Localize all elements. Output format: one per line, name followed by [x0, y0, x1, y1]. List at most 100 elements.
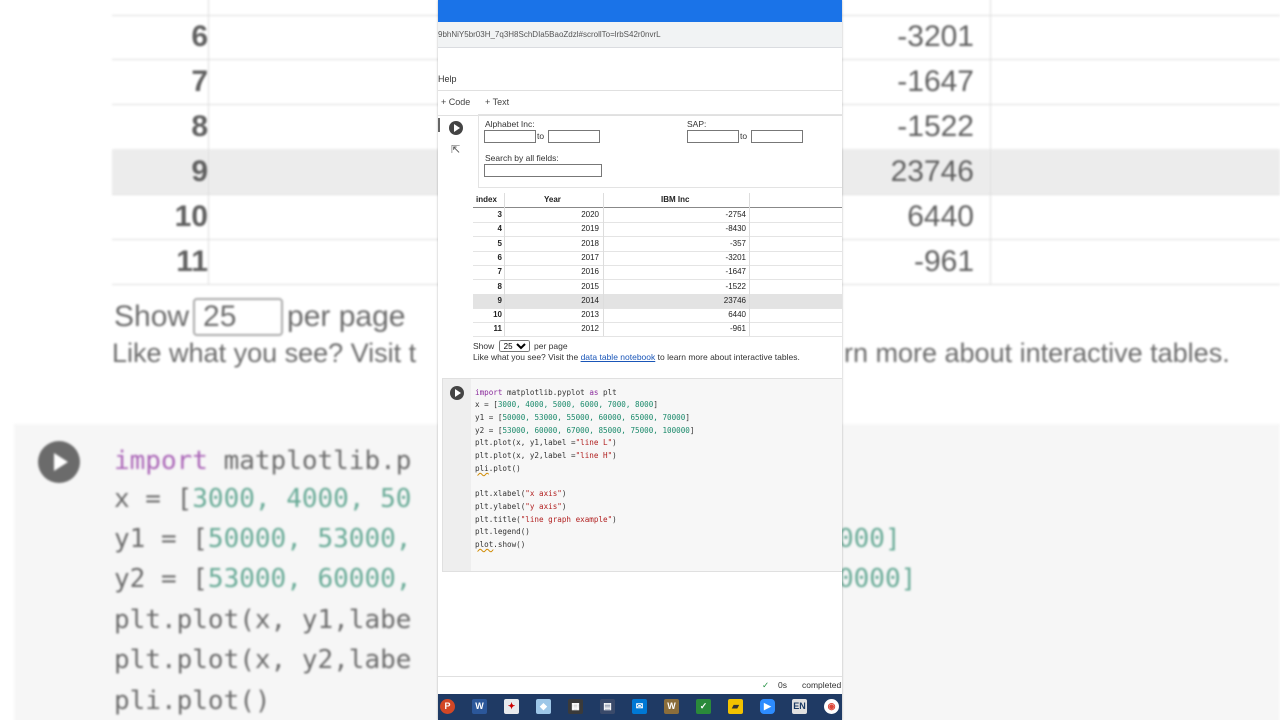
word-doc-icon[interactable]: W — [664, 699, 679, 714]
bg-code-line: x = [3000, 4000, 50 — [114, 484, 412, 514]
code-line: plt.plot(x, y2,label ="line H") — [475, 451, 617, 460]
word-icon[interactable]: W — [472, 699, 487, 714]
status-bar: ✓ 0s completed — [438, 676, 842, 695]
cell-index: 10 — [493, 310, 502, 320]
folder-icon[interactable]: ▰ — [728, 699, 743, 714]
bg-index: 6 — [191, 20, 208, 53]
column-divider — [749, 193, 750, 336]
add-code-button[interactable]: + Code — [441, 97, 470, 107]
table-row[interactable]: 10 2013 6440 — [473, 308, 842, 324]
chrome-icon[interactable]: ◉ — [824, 699, 839, 714]
column-header-year[interactable]: Year — [544, 195, 561, 204]
search-all-label: Search by all fields: — [485, 153, 559, 163]
excel-icon[interactable]: ✓ — [696, 699, 711, 714]
cell-marker — [438, 118, 440, 132]
code-line: plt.xlabel("x axis") — [475, 489, 567, 498]
cell-year: 2013 — [581, 310, 599, 320]
bg-index: 9 — [191, 155, 208, 188]
calculator-icon[interactable]: ▤ — [600, 699, 615, 714]
cell-index: 8 — [497, 281, 502, 291]
table-row[interactable]: 5 2018 -357 — [473, 237, 842, 252]
code-line: y1 = [50000, 53000, 55000, 60000, 65000,… — [475, 413, 690, 422]
bg-index: 7 — [191, 65, 208, 98]
bg-code-line: plt.plot(x, y2,labe — [114, 645, 412, 675]
menu-bar — [438, 48, 842, 88]
bg-value: -1522 — [897, 110, 974, 143]
code-line: x = [3000, 4000, 5000, 6000, 7000, 8000] — [475, 400, 658, 409]
info-text: Like what you see? Visit the data table … — [473, 352, 800, 362]
bg-info-left: Like what you see? Visit t — [112, 338, 417, 368]
sap-to-input[interactable] — [751, 130, 803, 143]
code-cell[interactable]: import matplotlib.pyplot as plt x = [300… — [442, 378, 842, 572]
exec-time: 0s — [778, 680, 787, 690]
per-page-label: per page — [534, 341, 568, 351]
alphabet-to-input[interactable] — [548, 130, 600, 143]
mail-icon[interactable]: ✉ — [632, 699, 647, 714]
cell-index: 4 — [497, 224, 502, 234]
table-row[interactable]: 3 2020 -2754 — [473, 208, 842, 223]
cell-index: 6 — [497, 252, 502, 262]
column-header-ibm[interactable]: IBM Inc — [661, 195, 689, 204]
table-header: index Year IBM Inc — [473, 193, 842, 208]
cell-index: 7 — [497, 267, 502, 277]
cell-ibm: -357 — [729, 238, 746, 248]
run-cell-icon[interactable] — [449, 121, 463, 135]
table-row[interactable]: 4 2019 -8430 — [473, 222, 842, 238]
powerpoint-icon[interactable]: P — [440, 699, 455, 714]
output-menu-icon[interactable]: ⇱ — [451, 143, 460, 156]
check-icon: ✓ — [762, 680, 770, 690]
run-cell-icon[interactable] — [450, 386, 464, 400]
cell-ibm: -3201 — [725, 252, 746, 262]
search-all-input[interactable] — [484, 164, 602, 177]
code-line: plt.title("line graph example") — [475, 515, 617, 524]
info-suffix: to learn more about interactive tables. — [655, 352, 800, 362]
cell-year: 2020 — [581, 210, 599, 219]
bg-code-line-right: 000] — [838, 524, 901, 554]
add-text-button[interactable]: + Text — [485, 97, 509, 107]
menu-item-help[interactable]: Help — [438, 74, 457, 84]
sap-filter-label: SAP: — [687, 119, 707, 129]
bg-index: 11 — [176, 245, 208, 278]
bg-code-line: y2 = [53000, 60000, — [114, 564, 412, 594]
address-bar[interactable]: 9bhNiY5br03H_7q3H8SchDIa5BaoZdzl#scrollT… — [438, 22, 842, 48]
app-icon[interactable]: ✦ — [504, 699, 519, 714]
bg-info-right: rn more about interactive tables. — [844, 338, 1230, 368]
column-divider — [504, 193, 505, 336]
sap-from-input[interactable] — [687, 130, 739, 143]
column-header-index[interactable]: index — [476, 195, 497, 204]
bg-code-line-right: 0000] — [838, 564, 917, 594]
code-line: plt.legend() — [475, 527, 530, 536]
cell-index: 9 — [497, 295, 502, 305]
taskbar: P W ✦ ◆ ▦ ▤ ✉ W ✓ ▰ ▶ EN ◉ — [438, 694, 842, 720]
notebook-toolbar: + Code + Text — [438, 90, 842, 116]
zoom-icon[interactable]: ▶ — [760, 699, 775, 714]
code-line: y2 = [53000, 60000, 67000, 85000, 75000,… — [475, 426, 695, 435]
code-line: plot.show() — [475, 540, 526, 549]
table-row[interactable]: 8 2015 -1522 — [473, 280, 842, 295]
cell-index: 5 — [497, 238, 502, 248]
cell-gutter — [443, 379, 471, 571]
cell-year: 2012 — [581, 324, 599, 334]
cell-ibm: -2754 — [725, 210, 746, 219]
table-filters: Alphabet Inc: to SAP: to Search by all f… — [478, 114, 842, 188]
alphabet-from-input[interactable] — [484, 130, 536, 143]
code-line: plt.plot(x, y1,label ="line L") — [475, 438, 617, 447]
table-row[interactable]: 7 2016 -1647 — [473, 265, 842, 281]
grid-app-icon[interactable]: ▦ — [568, 699, 583, 714]
cell-ibm: 23746 — [723, 295, 746, 305]
bg-info-text: Like what you see? Visit t rn more about … — [112, 338, 1230, 369]
table-row[interactable]: 11 2012 -961 — [473, 322, 842, 338]
table-row[interactable]: 9 2014 23746 — [473, 293, 842, 309]
bg-code-line: pli.plot() — [114, 686, 271, 716]
cell-ibm: -1522 — [725, 281, 746, 291]
title-bar — [438, 0, 842, 22]
cell-index: 3 — [497, 210, 502, 219]
table-row[interactable]: 6 2017 -3201 — [473, 251, 842, 266]
cell-year: 2016 — [581, 267, 599, 277]
language-icon[interactable]: EN — [792, 699, 807, 714]
data-table-notebook-link[interactable]: data table notebook — [581, 352, 656, 362]
bg-value: -3201 — [897, 20, 974, 53]
bg-value: -961 — [913, 245, 974, 278]
per-page-select[interactable]: 25 — [498, 340, 530, 352]
app-icon[interactable]: ◆ — [536, 699, 551, 714]
